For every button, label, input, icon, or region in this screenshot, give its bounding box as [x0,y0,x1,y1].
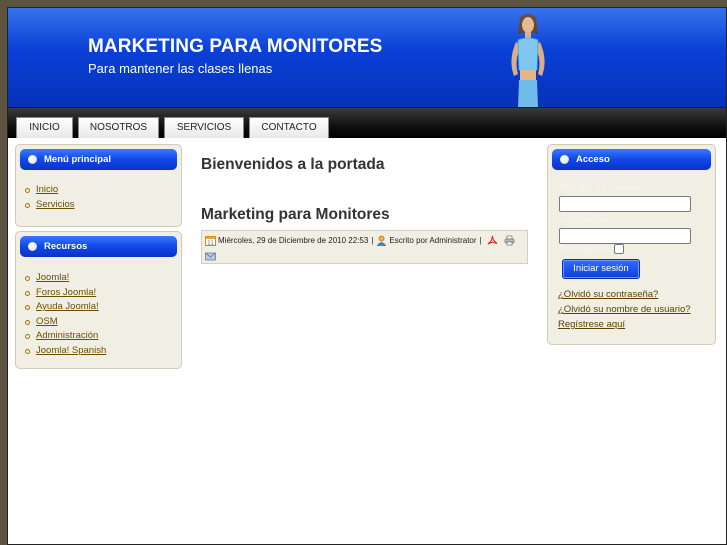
nav-tab-servicios[interactable]: SERVICIOS [164,117,244,138]
page: MARKETING PARA MONITORES Para mantener l… [7,7,727,545]
login-button[interactable]: Iniciar sesión [562,259,640,279]
bullet-icon [560,155,569,164]
resource-link-forums[interactable]: Foros Joomla! [36,287,96,298]
register-link[interactable]: Regístrese aquí [558,319,625,330]
list-item: Servicios [24,198,75,213]
main-menu-module: Menú principal Inicio Servicios [15,144,182,227]
username-input[interactable] [559,196,691,212]
bullet-icon [25,348,30,354]
email-icon[interactable] [205,251,216,262]
print-icon[interactable] [504,235,515,246]
resource-link-osm[interactable]: OSM [36,316,58,327]
list-item: Joomla! Spanish [24,344,106,359]
nav-tab-contacto[interactable]: CONTACTO [249,117,329,138]
bullet-icon [25,334,30,339]
nav-tab-nosotros[interactable]: NOSOTROS [78,117,159,138]
resource-link-spanish[interactable]: Joomla! Spanish [36,345,106,356]
remember-label: Recordarme [559,244,612,255]
article-meta: 11 Miércoles, 29 de Diciembre de 2010 22… [205,235,517,246]
forgot-password-link[interactable]: ¿Olvidó su contraseña? [558,289,658,300]
resources-title: Recursos [44,241,88,252]
login-module: Acceso Nombre de usuario Contraseña Reco… [547,144,716,345]
bullet-icon [25,276,30,281]
user-icon [376,235,387,246]
article-info-bar: 11 Miércoles, 29 de Diciembre de 2010 22… [201,230,528,264]
main-menu-title: Menú principal [44,154,112,165]
bullet-icon [25,202,30,208]
bullet-icon [25,290,30,296]
meta-separator: | [371,236,374,245]
article-author: Escrito por Administrator [389,236,477,245]
calendar-icon: 11 [205,236,216,246]
header-model-image [511,14,545,107]
bullet-icon [25,319,30,325]
bullet-icon [25,305,30,310]
menu-link-inicio[interactable]: Inicio [36,184,58,195]
list-item: Ayuda Joomla! [24,300,106,315]
resources-module: Recursos Joomla! Foros Joomla! Ayuda Joo… [15,231,182,369]
list-item: Joomla! [24,271,106,286]
password-label: Contraseña [559,214,609,225]
resource-link-help[interactable]: Ayuda Joomla! [36,301,99,312]
list-item: Foros Joomla! [24,286,106,301]
site-title[interactable]: MARKETING PARA MONITORES [88,36,382,58]
nav-tab-inicio[interactable]: INICIO [16,117,73,138]
pdf-icon[interactable] [487,235,498,246]
list-item: OSM [24,315,106,330]
page-heading: Bienvenidos a la portada [201,156,385,173]
forgot-username-link[interactable]: ¿Olvidó su nombre de usuario? [558,304,691,315]
article-title[interactable]: Marketing para Monitores [201,206,390,224]
password-input[interactable] [559,228,691,244]
menu-link-servicios[interactable]: Servicios [36,199,75,210]
login-header: Acceso [552,149,711,170]
resources-header: Recursos [20,236,177,257]
resource-link-admin[interactable]: Administración [36,330,98,341]
bullet-icon [28,155,37,164]
site-slogan: Para mantener las clases llenas [88,61,273,76]
main-menu-header: Menú principal [20,149,177,170]
main-navigation: INICIO NOSOTROS SERVICIOS CONTACTO [8,108,726,138]
site-header: MARKETING PARA MONITORES Para mantener l… [8,8,726,108]
bullet-icon [28,242,37,251]
svg-text:11: 11 [207,240,213,246]
article-date: Miércoles, 29 de Diciembre de 2010 22:53 [218,236,369,245]
username-label: Nombre de usuario [559,182,640,193]
meta-separator: | [479,236,482,245]
list-item: Administración [24,329,106,344]
list-item: Inicio [24,183,75,198]
main-menu-list: Inicio Servicios [24,183,75,212]
login-title: Acceso [576,154,610,165]
bullet-icon [25,188,30,193]
resources-list: Joomla! Foros Joomla! Ayuda Joomla! OSM … [24,271,106,358]
remember-checkbox[interactable] [614,244,624,254]
resource-link-joomla[interactable]: Joomla! [36,272,69,283]
